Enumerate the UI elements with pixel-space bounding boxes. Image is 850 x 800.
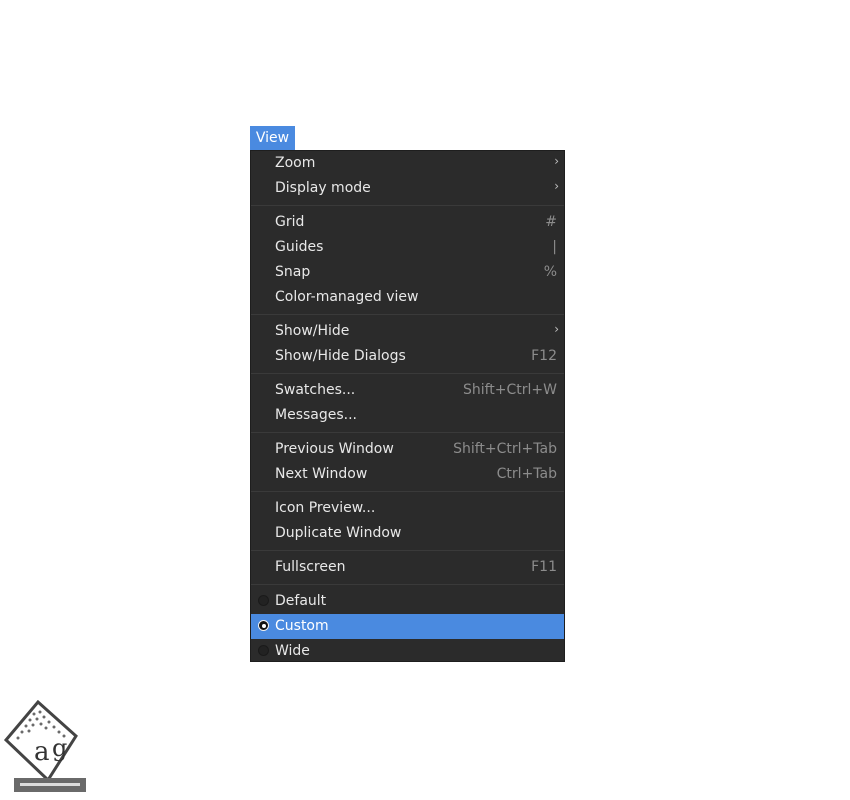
menu-item-duplicate-window[interactable]: Duplicate Window: [251, 521, 564, 546]
menu-item-guides[interactable]: Guides |: [251, 235, 564, 260]
menu-item-label: Color-managed view: [275, 289, 419, 305]
menu-item-shortcut: Shift+Ctrl+Tab: [453, 441, 557, 457]
menu-item-display-mode[interactable]: Display mode ›: [251, 176, 564, 201]
menu-item-label: Snap: [275, 264, 311, 280]
radio-unchecked-icon: [258, 595, 269, 606]
menu-item-shortcut: F11: [531, 559, 557, 575]
menu-item-shortcut: #: [545, 214, 557, 230]
menu-separator: [251, 550, 564, 551]
menu-separator: [251, 491, 564, 492]
menu-separator: [251, 373, 564, 374]
menu-item-label: Previous Window: [275, 441, 394, 457]
watermark-logo-icon: a g: [4, 700, 86, 792]
menu-radio-wide[interactable]: Wide: [251, 639, 564, 664]
menu-item-swatches[interactable]: Swatches... Shift+Ctrl+W: [251, 378, 564, 403]
menu-item-label: Default: [275, 593, 327, 609]
menu-item-label: Custom: [275, 618, 329, 634]
page: View Zoom › Display mode › Grid # Guides…: [0, 0, 850, 800]
menu-item-messages[interactable]: Messages...: [251, 403, 564, 428]
menu-item-shortcut: Shift+Ctrl+W: [462, 382, 557, 398]
submenu-arrow-icon: ›: [554, 322, 559, 336]
menu-item-label: Grid: [275, 214, 305, 230]
menu-item-shortcut: %: [543, 264, 557, 280]
submenu-arrow-icon: ›: [554, 179, 559, 193]
menu-radio-default[interactable]: Default: [251, 589, 564, 614]
menu-item-label: Next Window: [275, 466, 368, 482]
menu-item-shortcut: |: [552, 239, 557, 255]
menu-item-label: Zoom: [275, 155, 316, 171]
menu-item-icon-preview[interactable]: Icon Preview...: [251, 496, 564, 521]
menu-item-label: Show/Hide: [275, 323, 350, 339]
menu-item-label: Icon Preview...: [275, 500, 376, 516]
menu-item-show-hide-dialogs[interactable]: Show/Hide Dialogs F12: [251, 344, 564, 369]
radio-checked-icon: [258, 620, 269, 631]
menu-item-label: Show/Hide Dialogs: [275, 348, 406, 364]
menu-item-show-hide[interactable]: Show/Hide ›: [251, 319, 564, 344]
menu-item-label: Swatches...: [275, 382, 356, 398]
menu-item-label: Guides: [275, 239, 324, 255]
menu-item-grid[interactable]: Grid #: [251, 210, 564, 235]
menu-item-label: Duplicate Window: [275, 525, 402, 541]
menu-item-snap[interactable]: Snap %: [251, 260, 564, 285]
menu-radio-custom[interactable]: Custom: [251, 614, 564, 639]
menu-item-label: Messages...: [275, 407, 358, 423]
menu-separator: [251, 584, 564, 585]
menu-item-shortcut: Ctrl+Tab: [496, 466, 557, 482]
menu-item-label: Fullscreen: [275, 559, 346, 575]
svg-text:a: a: [34, 737, 50, 767]
svg-text:g: g: [52, 734, 67, 762]
view-menu: Zoom › Display mode › Grid # Guides | Sn…: [250, 150, 565, 662]
menu-item-zoom[interactable]: Zoom ›: [251, 151, 564, 176]
menubar-view[interactable]: View: [250, 126, 295, 150]
submenu-arrow-icon: ›: [554, 154, 559, 168]
menu-separator: [251, 432, 564, 433]
menu-item-next-window[interactable]: Next Window Ctrl+Tab: [251, 462, 564, 487]
menu-item-previous-window[interactable]: Previous Window Shift+Ctrl+Tab: [251, 437, 564, 462]
radio-unchecked-icon: [258, 645, 269, 656]
menu-item-shortcut: F12: [531, 348, 557, 364]
menu-item-color-managed-view[interactable]: Color-managed view: [251, 285, 564, 310]
menu-item-label: Display mode: [275, 180, 371, 196]
menu-item-label: Wide: [275, 643, 310, 659]
menu-separator: [251, 205, 564, 206]
menu-separator: [251, 314, 564, 315]
menu-item-fullscreen[interactable]: Fullscreen F11: [251, 555, 564, 580]
